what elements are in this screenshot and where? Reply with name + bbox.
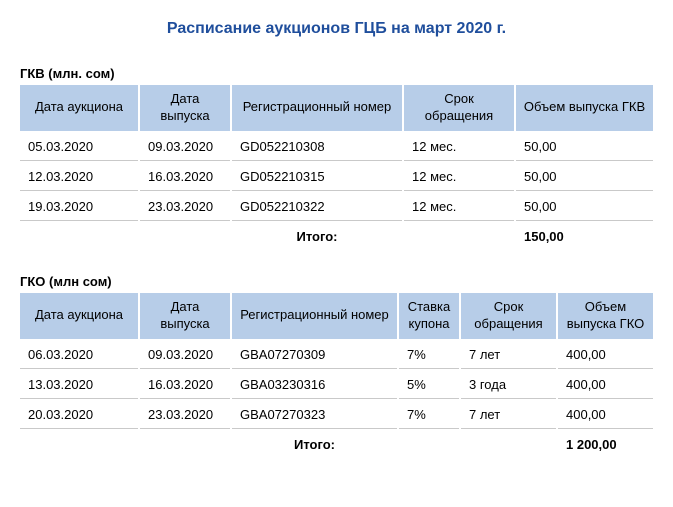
total-row: Итого: 150,00 — [20, 223, 653, 250]
table-row: 19.03.2020 23.03.2020 GD052210322 12 мес… — [20, 193, 653, 221]
table-gkv: Дата аукциона Дата выпуска Регистрационн… — [18, 83, 655, 252]
col-term: Срок обращения — [404, 85, 514, 131]
cell-coupon: 5% — [399, 371, 459, 399]
total-row: Итого: 1 200,00 — [20, 431, 653, 458]
page-title: Расписание аукционов ГЦБ на март 2020 г. — [18, 20, 655, 38]
cell-auction-date: 06.03.2020 — [20, 341, 138, 369]
cell-volume: 400,00 — [558, 341, 653, 369]
cell-reg-no: GBA03230316 — [232, 371, 397, 399]
cell-volume: 50,00 — [516, 133, 653, 161]
cell-issue-date: 23.03.2020 — [140, 193, 230, 221]
cell-volume: 400,00 — [558, 401, 653, 429]
cell-issue-date: 09.03.2020 — [140, 133, 230, 161]
cell-auction-date: 05.03.2020 — [20, 133, 138, 161]
cell-term: 7 лет — [461, 401, 556, 429]
col-volume: Объем выпуска ГКВ — [516, 85, 653, 131]
total-value: 1 200,00 — [558, 431, 653, 458]
cell-reg-no: GD052210308 — [232, 133, 402, 161]
table-row: 13.03.2020 16.03.2020 GBA03230316 5% 3 г… — [20, 371, 653, 399]
total-label: Итого: — [232, 431, 397, 458]
cell-auction-date: 20.03.2020 — [20, 401, 138, 429]
table-header-row: Дата аукциона Дата выпуска Регистрационн… — [20, 293, 653, 339]
cell-issue-date: 09.03.2020 — [140, 341, 230, 369]
col-term: Срок обращения — [461, 293, 556, 339]
cell-issue-date: 23.03.2020 — [140, 401, 230, 429]
cell-issue-date: 16.03.2020 — [140, 163, 230, 191]
cell-issue-date: 16.03.2020 — [140, 371, 230, 399]
cell-reg-no: GBA07270323 — [232, 401, 397, 429]
cell-volume: 50,00 — [516, 193, 653, 221]
table-gko: Дата аукциона Дата выпуска Регистрационн… — [18, 291, 655, 460]
cell-term: 7 лет — [461, 341, 556, 369]
col-reg-no: Регистрационный номер — [232, 85, 402, 131]
cell-term: 3 года — [461, 371, 556, 399]
col-coupon: Ставка купона — [399, 293, 459, 339]
col-volume: Объем выпуска ГКО — [558, 293, 653, 339]
cell-term: 12 мес. — [404, 193, 514, 221]
table2-caption: ГКО (млн сом) — [20, 274, 655, 289]
table-row: 12.03.2020 16.03.2020 GD052210315 12 мес… — [20, 163, 653, 191]
col-issue-date: Дата выпуска — [140, 293, 230, 339]
cell-volume: 400,00 — [558, 371, 653, 399]
cell-auction-date: 19.03.2020 — [20, 193, 138, 221]
cell-term: 12 мес. — [404, 133, 514, 161]
total-label: Итого: — [232, 223, 402, 250]
cell-volume: 50,00 — [516, 163, 653, 191]
col-auction-date: Дата аукциона — [20, 293, 138, 339]
cell-coupon: 7% — [399, 341, 459, 369]
cell-coupon: 7% — [399, 401, 459, 429]
cell-reg-no: GD052210315 — [232, 163, 402, 191]
total-value: 150,00 — [516, 223, 653, 250]
cell-auction-date: 12.03.2020 — [20, 163, 138, 191]
table1-caption: ГКВ (млн. сом) — [20, 66, 655, 81]
cell-auction-date: 13.03.2020 — [20, 371, 138, 399]
cell-reg-no: GD052210322 — [232, 193, 402, 221]
col-issue-date: Дата выпуска — [140, 85, 230, 131]
cell-reg-no: GBA07270309 — [232, 341, 397, 369]
col-auction-date: Дата аукциона — [20, 85, 138, 131]
table-row: 06.03.2020 09.03.2020 GBA07270309 7% 7 л… — [20, 341, 653, 369]
table-header-row: Дата аукциона Дата выпуска Регистрационн… — [20, 85, 653, 131]
table-row: 20.03.2020 23.03.2020 GBA07270323 7% 7 л… — [20, 401, 653, 429]
col-reg-no: Регистрационный номер — [232, 293, 397, 339]
table-row: 05.03.2020 09.03.2020 GD052210308 12 мес… — [20, 133, 653, 161]
cell-term: 12 мес. — [404, 163, 514, 191]
